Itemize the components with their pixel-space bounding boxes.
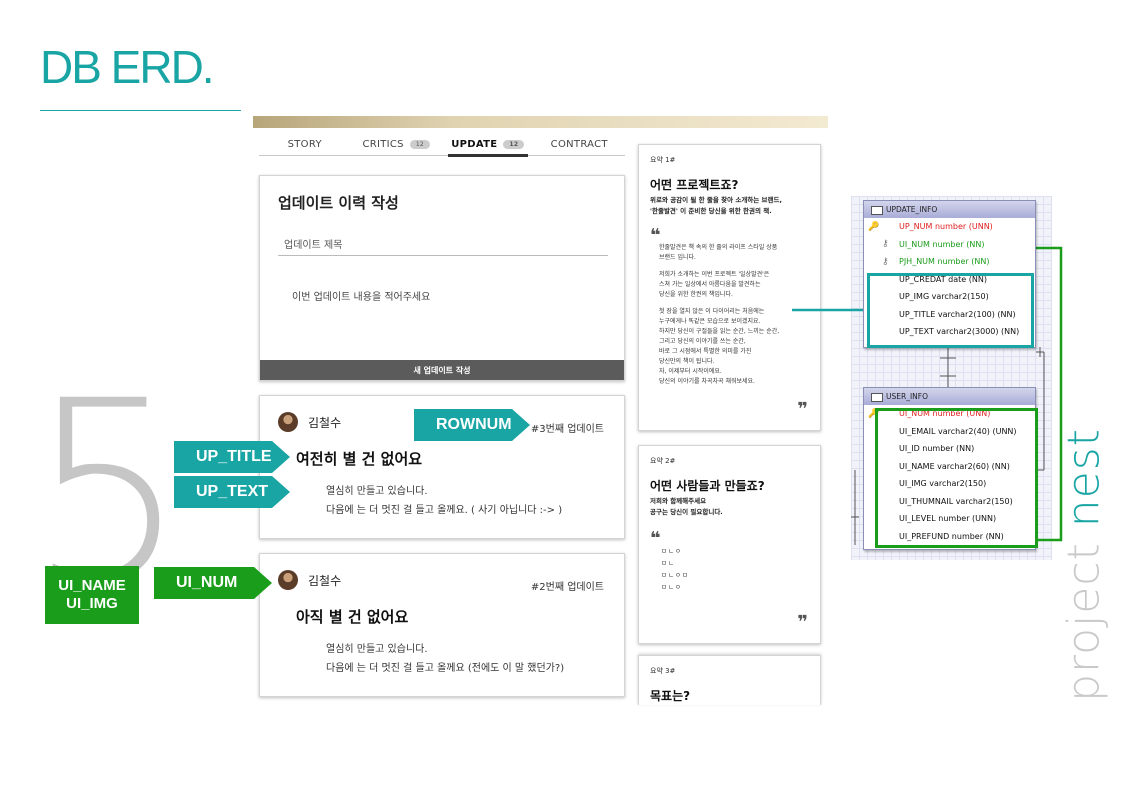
summary-paragraph: 저희가 소개하는 이번 프로젝트 '일상발견'은 스쳐 가는 일상에서 아름다움… [659, 270, 817, 300]
foreign-key-icon: ⚷ [882, 256, 889, 267]
summary-body: 한줄발견은 책 속의 한 줄의 라이프 스타일 상품 브랜드 입니다. 저희가 … [659, 243, 817, 394]
update-write-card: 업데이트 이력 작성 업데이트 제목 이번 업데이트 내용을 적어주세요 새 업… [259, 175, 625, 381]
update-title: 여전히 별 건 없어요 [296, 450, 423, 468]
close-quote-icon: ❞ [797, 399, 808, 420]
body-line: 바로 그 시점에서 특별한 의미를 가진 [659, 348, 752, 355]
summary-paragraph: 첫 장을 열지 않은 이 다이어리는 처음에는 누구에게나 똑같은 모습으로 보… [659, 307, 817, 387]
subtitle-line: '한줄발견' 이 준비한 당신을 위한 한권의 책. [650, 207, 772, 215]
list-item: ㅁㄴㅇ [661, 547, 682, 555]
ui-name-img-callout: UI_NAME UI_IMG [45, 566, 139, 624]
tab-label: STORY [287, 139, 322, 150]
summary-subtitle: 위로와 공감이 될 한 줄을 찾아 소개하는 브랜드, '한줄발견' 이 준비한… [650, 195, 815, 217]
brand-prefix: project [1058, 527, 1110, 702]
summary-label: 요약 2# [650, 457, 676, 465]
summary-label: 요약 1# [650, 156, 676, 164]
close-quote-icon: ❞ [797, 612, 808, 633]
subtitle-line: 위로와 공감이 될 한 줄을 찾아 소개하는 브랜드, [650, 196, 782, 204]
summary-question: 어떤 사람들과 만들죠? [650, 479, 765, 493]
count-badge: 12 [503, 140, 525, 149]
summary-list: ㅁㄴㅇ ㅁㄴ ㅁㄴㅇㅁ ㅁㄴㅇ [661, 545, 689, 593]
erd-column: ⚷ PJH_NUM number (NN) [864, 253, 1035, 271]
tab-story[interactable]: STORY [259, 134, 351, 155]
update-body-input[interactable]: 이번 업데이트 내용을 적어주세요 [292, 288, 430, 303]
list-item: ㅁㄴㅇㅁ [661, 571, 689, 579]
erd-column: 🔑 UP_NUM number (UNN) [864, 218, 1035, 236]
tab-update[interactable]: UPDATE 12 [442, 134, 534, 157]
update-title: 아직 별 건 없어요 [296, 608, 409, 626]
up-title-callout: UP_TITLE [174, 441, 290, 473]
author-name: 김철수 [308, 416, 342, 430]
summary-paragraph: 한줄발견은 책 속의 한 줄의 라이프 스타일 상품 브랜드 입니다. [659, 243, 817, 263]
body-line: 당신만의 책이 됩니다. [659, 358, 715, 365]
update-title-input[interactable]: 업데이트 제목 [278, 232, 608, 256]
avatar [278, 412, 298, 432]
primary-key-icon: 🔑 [868, 221, 880, 232]
body-line: 저희가 소개하는 이번 프로젝트 '일상발견'은 [659, 271, 770, 278]
body-line: 스쳐 가는 일상에서 아름다움을 발견하는 [659, 281, 761, 288]
summary-question: 어떤 프로젝트죠? [650, 178, 739, 192]
open-quote-icon: ❝ [650, 528, 661, 549]
update-card: 김철수 #2번째 업데이트 아직 별 건 없어요 열심히 만들고 있습니다. 다… [259, 553, 625, 697]
update-columns-highlight [867, 273, 1034, 348]
column-label: PJH_NUM number (NN) [899, 257, 990, 267]
list-item: ㅁㄴ [661, 559, 675, 567]
avatar [278, 570, 298, 590]
list-item: ㅁㄴㅇ [661, 583, 682, 591]
update-text-line: 다음에 는 더 멋진 걸 들고 올께요. ( 사기 아닙니다 :-> ) [326, 505, 563, 516]
erd-column: ⚷ UI_NUM number (NN) [864, 236, 1035, 254]
tab-contract[interactable]: CONTRACT [534, 134, 626, 155]
project-tabs: STORY CRITICS 12 UPDATE 12 CONTRACT [259, 134, 626, 157]
subtitle-line: 공구는 당신이 필요합니다. [650, 508, 723, 516]
body-line: 당신을 위한 한권의 책입니다. [659, 291, 733, 298]
vertical-brand: project nest [1059, 428, 1110, 702]
body-line: 첫 장을 열지 않은 이 다이어리는 처음에는 [659, 308, 765, 315]
slide-title: DB ERD. [40, 41, 215, 93]
summary-card: 요약 1# 어떤 프로젝트죠? 위로와 공감이 될 한 줄을 찾아 소개하는 브… [638, 144, 821, 431]
body-line: 자, 이제부터 시작이에요. [659, 368, 722, 375]
tab-critics[interactable]: CRITICS 12 [351, 134, 443, 155]
up-text-callout: UP_TEXT [174, 476, 290, 508]
tab-label: UPDATE [451, 139, 498, 150]
table-header: USER_INFO [864, 388, 1035, 405]
column-label: UI_NUM number (NN) [899, 239, 985, 249]
body-line: 당신의 이야기를 차곡차곡 채워보세요. [659, 378, 755, 385]
summary-label: 요약 3# [650, 667, 676, 675]
update-sequence: #2번째 업데이트 [530, 582, 604, 593]
brand-suffix: nest [1058, 428, 1110, 528]
update-text: 열심히 만들고 있습니다. 다음에 는 더 멋진 걸 들고 올께요 (전에도 이… [326, 640, 564, 678]
summary-subtitle: 저희와 함께해주세요 공구는 당신이 필요합니다. [650, 496, 815, 518]
update-text: 열심히 만들고 있습니다. 다음에 는 더 멋진 걸 들고 올께요. ( 사기 … [326, 482, 562, 520]
update-sequence: #3번째 업데이트 [530, 424, 604, 435]
author-name: 김철수 [308, 574, 342, 588]
update-text-line: 열심히 만들고 있습니다. [326, 644, 428, 655]
header-gradient-strip [253, 116, 828, 128]
callout-line: UI_IMG [66, 595, 118, 612]
ui-num-callout: UI_NUM [154, 567, 272, 599]
write-heading: 업데이트 이력 작성 [278, 194, 399, 212]
subtitle-line: 저희와 함께해주세요 [650, 497, 707, 505]
body-line: 한줄발견은 책 속의 한 줄의 라이프 스타일 상품 [659, 244, 778, 251]
summary-question: 목표는? [650, 689, 691, 703]
foreign-key-icon: ⚷ [882, 239, 889, 250]
tab-label: CONTRACT [550, 139, 608, 150]
user-columns-highlight [875, 408, 1038, 548]
new-update-submit-button[interactable]: 새 업데이트 작성 [260, 360, 624, 380]
body-line: 누구에게나 똑같은 모습으로 보이겠지요. [659, 318, 761, 325]
body-line: 브랜드 입니다. [659, 254, 696, 261]
summary-card: 요약 3# 목표는? [638, 655, 821, 705]
rownum-callout: ROWNUM [414, 409, 530, 441]
body-line: 그리고 당신의 이야기를 쓰는 순간, [659, 338, 746, 345]
body-line: 하지만 당신이 구절들을 읽는 순간, 느끼는 순간, [659, 328, 780, 335]
update-text-line: 열심히 만들고 있습니다. [326, 486, 428, 497]
update-text-line: 다음에 는 더 멋진 걸 들고 올께요 (전에도 이 말 했던가?) [326, 663, 565, 674]
count-badge: 12 [409, 140, 431, 149]
callout-line: UI_NAME [58, 577, 126, 594]
table-header: UPDATE_INFO [864, 201, 1035, 218]
title-underline [40, 110, 241, 111]
tab-label: CRITICS [362, 139, 404, 150]
column-label: UP_NUM number (UNN) [899, 222, 993, 232]
summary-card: 요약 2# 어떤 사람들과 만들죠? 저희와 함께해주세요 공구는 당신이 필요… [638, 445, 821, 644]
